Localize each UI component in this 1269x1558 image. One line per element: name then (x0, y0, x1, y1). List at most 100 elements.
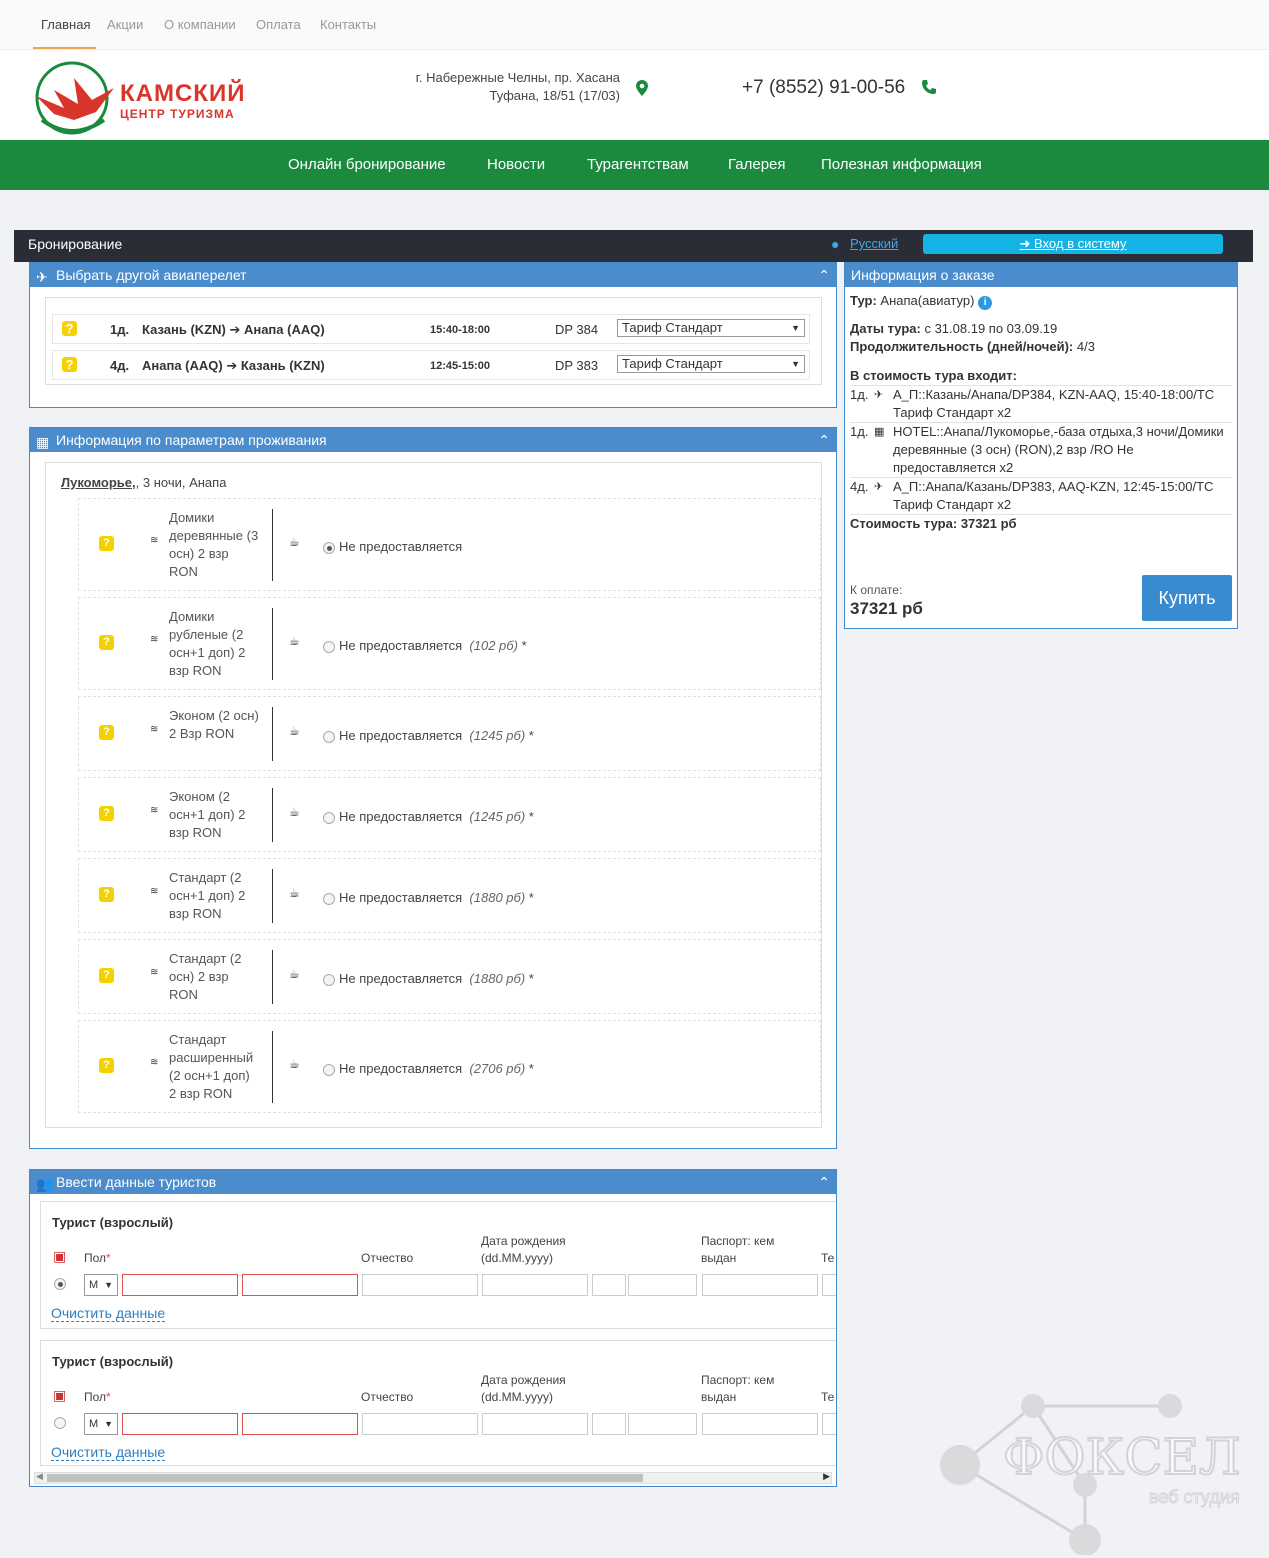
nav-home[interactable]: Главная (41, 17, 90, 32)
user-card-icon[interactable]: ▣ (53, 1248, 66, 1265)
passport-number-input[interactable] (628, 1413, 697, 1435)
sex-select[interactable]: М (84, 1274, 118, 1296)
logo-subtitle: ЦЕНТР ТУРИЗМА (120, 107, 235, 121)
collapse-icon[interactable]: ⌃ (818, 428, 830, 452)
meal-option[interactable]: Не предоставляется (1880 рб) * (323, 971, 534, 986)
last-name-input[interactable] (122, 1274, 238, 1296)
flights-panel-header[interactable]: ✈ Выбрать другой авиаперелет ⌃ (30, 263, 836, 287)
passport-number-input[interactable] (628, 1274, 697, 1296)
meal-radio[interactable] (323, 1063, 335, 1076)
rooms-box: Лукоморье,, 3 ночи, Анапа ? ≋ Домики дер… (45, 462, 822, 1128)
collapse-icon[interactable]: ⌃ (818, 1170, 830, 1194)
included-item: 1д. ▦ HOTEL::Анапа/Лукоморье,-база отдыха,… (850, 424, 1224, 475)
collapse-icon[interactable]: ⌃ (818, 263, 830, 287)
clear-data-link[interactable]: Очистить данные (51, 1305, 166, 1322)
watermark-sub: веб студия (1149, 1487, 1241, 1508)
tourist-radio[interactable] (54, 1417, 66, 1429)
nav-useful-info[interactable]: Полезная информация (821, 156, 982, 173)
language-selector[interactable]: Русский (850, 236, 898, 251)
dob-input[interactable] (482, 1274, 588, 1296)
order-info-panel: Информация о заказе Тур: Анапа(авиатур) … (844, 262, 1238, 629)
nav-online-booking[interactable]: Онлайн бронирование (288, 156, 446, 173)
help-icon[interactable]: ? (62, 357, 77, 372)
meal-option[interactable]: Не предоставляется (1245 рб) * (323, 809, 534, 824)
accommodation-panel: ▦ Информация по параметрам проживания ⌃ Лу… (29, 427, 837, 1149)
help-icon[interactable]: ? (99, 635, 114, 650)
nav-promos[interactable]: Акции (107, 17, 143, 32)
help-icon[interactable]: ? (99, 536, 114, 551)
meal-option[interactable]: Не предоставляется (1880 рб) * (323, 890, 534, 905)
phone-input[interactable] (822, 1413, 836, 1435)
main-nav: Онлайн бронирование Новости Турагентства… (0, 140, 1269, 190)
tourists-panel-header[interactable]: 👥 Ввести данные туристов ⌃ (30, 1170, 836, 1194)
nav-news[interactable]: Новости (487, 156, 545, 173)
first-name-input[interactable] (242, 1274, 358, 1296)
room-option: ? ≋ Стандарт (2 осн) 2 взр RON ☕ Не пред… (78, 939, 821, 1014)
nav-payment[interactable]: Оплата (256, 17, 301, 32)
room-name: Стандарт (2 осн+1 доп) 2 взр RON (169, 870, 246, 921)
clear-data-link[interactable]: Очистить данные (51, 1444, 166, 1461)
help-icon[interactable]: ? (62, 321, 77, 336)
meal-option[interactable]: Не предоставляется (2706 рб) * (323, 1061, 534, 1076)
last-name-input[interactable] (122, 1413, 238, 1435)
passport-issued-input[interactable] (702, 1413, 818, 1435)
room-name: Эконом (2 осн+1 доп) 2 взр RON (169, 789, 246, 840)
accommodation-panel-header[interactable]: ▦ Информация по параметрам проживания ⌃ (30, 428, 836, 452)
help-icon[interactable]: ? (99, 968, 114, 983)
info-icon[interactable]: i (978, 296, 993, 310)
patronymic-input[interactable] (362, 1274, 478, 1296)
phone-input[interactable] (822, 1274, 836, 1296)
room-name: Домики деревянные (3 осн) 2 взр RON (169, 510, 259, 579)
top-nav: Главная Акции О компании Оплата Контакты (0, 0, 1269, 50)
nav-contacts[interactable]: Контакты (320, 17, 376, 32)
bed-icon: ≋ (150, 967, 159, 978)
help-icon[interactable]: ? (99, 1058, 114, 1073)
scroll-left-icon[interactable]: ◀ (36, 1471, 43, 1482)
nav-gallery[interactable]: Галерея (728, 156, 786, 173)
passport-series-input[interactable] (592, 1413, 626, 1435)
dob-input[interactable] (482, 1413, 588, 1435)
meal-radio[interactable] (323, 811, 335, 824)
room-option: ? ≋ Стандарт (2 осн+1 доп) 2 взр RON ☕ Н… (78, 858, 821, 933)
meal-icon: ☕ (289, 724, 300, 738)
room-name: Эконом (2 осн) 2 Взр RON (169, 708, 259, 741)
first-name-input[interactable] (242, 1413, 358, 1435)
patronymic-input[interactable] (362, 1413, 478, 1435)
passport-issued-input[interactable] (702, 1274, 818, 1296)
meal-radio[interactable] (323, 730, 335, 743)
meal-radio[interactable] (323, 892, 335, 905)
active-nav-underline (33, 47, 96, 49)
hotel-link[interactable]: Лукоморье, (61, 475, 136, 490)
meal-option[interactable]: Не предоставляется (1245 рб) * (323, 728, 534, 743)
meal-icon: ☕ (289, 805, 300, 819)
help-icon[interactable]: ? (99, 806, 114, 821)
meal-radio[interactable] (323, 640, 335, 653)
login-button[interactable]: ➜ Вход в систему (923, 234, 1223, 254)
scrollbar-thumb[interactable] (47, 1474, 643, 1482)
address: г. Набережные Челны, пр. Хасана Туфана, … (415, 70, 620, 103)
help-icon[interactable]: ? (99, 725, 114, 740)
buy-button[interactable]: Купить (1142, 575, 1232, 621)
meal-option[interactable]: Не предоставляется (102 рб) * (323, 638, 527, 653)
sex-select[interactable]: М (84, 1413, 118, 1435)
meal-radio[interactable] (323, 973, 335, 986)
logo[interactable]: КАМСКИЙ ЦЕНТР ТУРИЗМА (34, 60, 249, 138)
tourist-radio[interactable] (54, 1278, 66, 1290)
horizontal-scrollbar[interactable]: ◀ ▶ (34, 1471, 832, 1484)
meal-radio[interactable] (323, 541, 335, 554)
map-pin-icon (636, 80, 648, 96)
globe-icon: ● (831, 236, 840, 252)
nav-agencies[interactable]: Турагентствам (587, 156, 689, 173)
help-icon[interactable]: ? (99, 887, 114, 902)
phone-number[interactable]: +7 (8552) 91-00-56 (742, 77, 905, 99)
tariff-select[interactable]: Тариф Стандарт (617, 319, 805, 337)
tariff-select[interactable]: Тариф Стандарт (617, 355, 805, 373)
passport-series-input[interactable] (592, 1274, 626, 1296)
meal-option[interactable]: Не предоставляется (323, 539, 462, 554)
booking-bar: Бронирование ● Русский ➜ Вход в систему (14, 230, 1253, 262)
airplane-icon: ✈ (874, 389, 884, 401)
room-option: ? ≋ Домики рубленые (2 осн+1 доп) 2 взр … (78, 597, 821, 690)
nav-about[interactable]: О компании (164, 17, 236, 32)
user-card-icon[interactable]: ▣ (53, 1387, 66, 1404)
scroll-right-icon[interactable]: ▶ (823, 1471, 830, 1482)
